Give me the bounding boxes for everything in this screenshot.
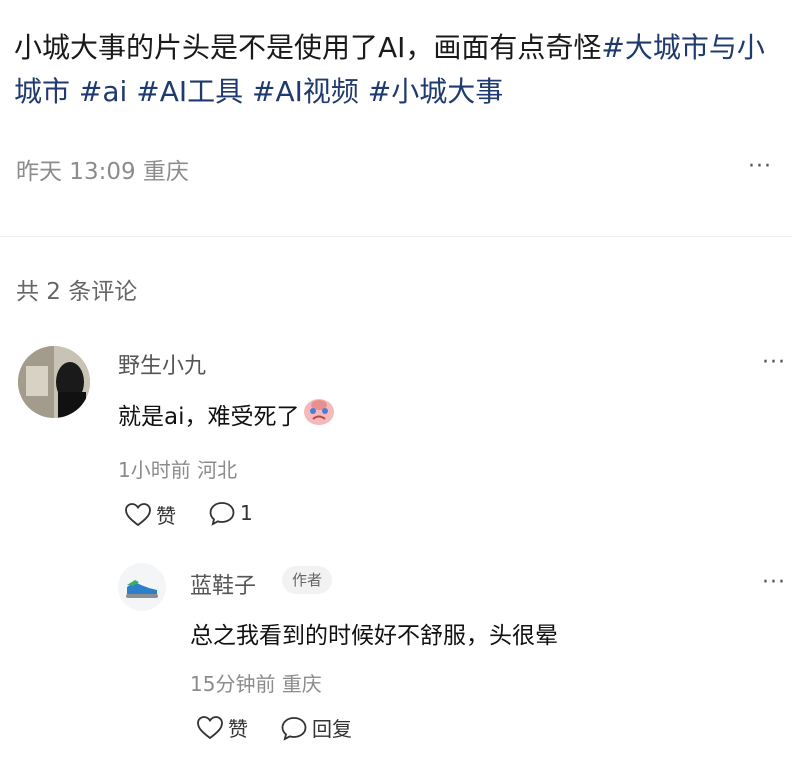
comment-body: 就是ai，难受死了 — [118, 396, 335, 432]
comment-time: 1小时前 — [118, 458, 191, 482]
comment-meta: 1小时前 河北 — [118, 454, 237, 483]
hashtag-link[interactable]: #AI视频 — [252, 75, 359, 108]
avatar[interactable] — [118, 563, 166, 611]
comment-username[interactable]: 野生小九 — [118, 348, 206, 380]
hashtag-link[interactable]: #AI工具 — [136, 75, 243, 108]
reply-count: 1 — [240, 501, 253, 525]
author-badge: 作者 — [282, 566, 333, 594]
divider — [0, 236, 792, 237]
comment-location: 河北 — [197, 458, 238, 482]
avatar-image — [18, 346, 90, 418]
like-button[interactable]: 赞 — [196, 713, 248, 742]
sneaker-icon — [126, 580, 158, 598]
crying-face-emoji-icon — [303, 396, 335, 432]
reply-label: 回复 — [312, 717, 352, 741]
post-meta: 昨天 13:09 重庆 — [16, 152, 189, 186]
reply-meta: 15分钟前 重庆 — [190, 668, 322, 697]
heart-icon — [197, 715, 223, 739]
reply-username[interactable]: 蓝鞋子 — [190, 568, 256, 600]
comment-more-button[interactable]: ··· — [762, 350, 786, 375]
comments-count-header: 共 2 条评论 — [16, 279, 138, 305]
like-label: 赞 — [156, 504, 176, 528]
comment-bubble-icon — [209, 502, 235, 526]
post-time: 昨天 13:09 — [16, 159, 136, 185]
reply-button[interactable]: 1 — [208, 500, 253, 526]
post-content: 小城大事的片头是不是使用了AI，画面有点奇怪#大城市与小城市 #ai #AI工具… — [14, 26, 779, 114]
avatar[interactable] — [18, 346, 90, 418]
hashtag-link[interactable]: #ai — [79, 75, 127, 108]
heart-icon — [125, 502, 151, 526]
reply-more-button[interactable]: ··· — [762, 570, 786, 595]
like-label: 赞 — [228, 717, 248, 741]
comment-text: 就是ai，难受死了 — [118, 404, 300, 430]
reply-location: 重庆 — [281, 672, 322, 696]
like-button[interactable]: 赞 — [124, 500, 176, 529]
post-more-button[interactable]: ··· — [748, 154, 772, 179]
hashtag-link[interactable]: #小城大事 — [368, 75, 503, 108]
reply-button[interactable]: 回复 — [280, 713, 352, 742]
post-location: 重庆 — [142, 159, 189, 185]
reply-time: 15分钟前 — [190, 672, 276, 696]
comment-bubble-icon — [281, 716, 307, 741]
post-text: 小城大事的片头是不是使用了AI，画面有点奇怪 — [14, 31, 602, 64]
reply-text: 总之我看到的时候好不舒服，头很晕 — [190, 623, 558, 649]
